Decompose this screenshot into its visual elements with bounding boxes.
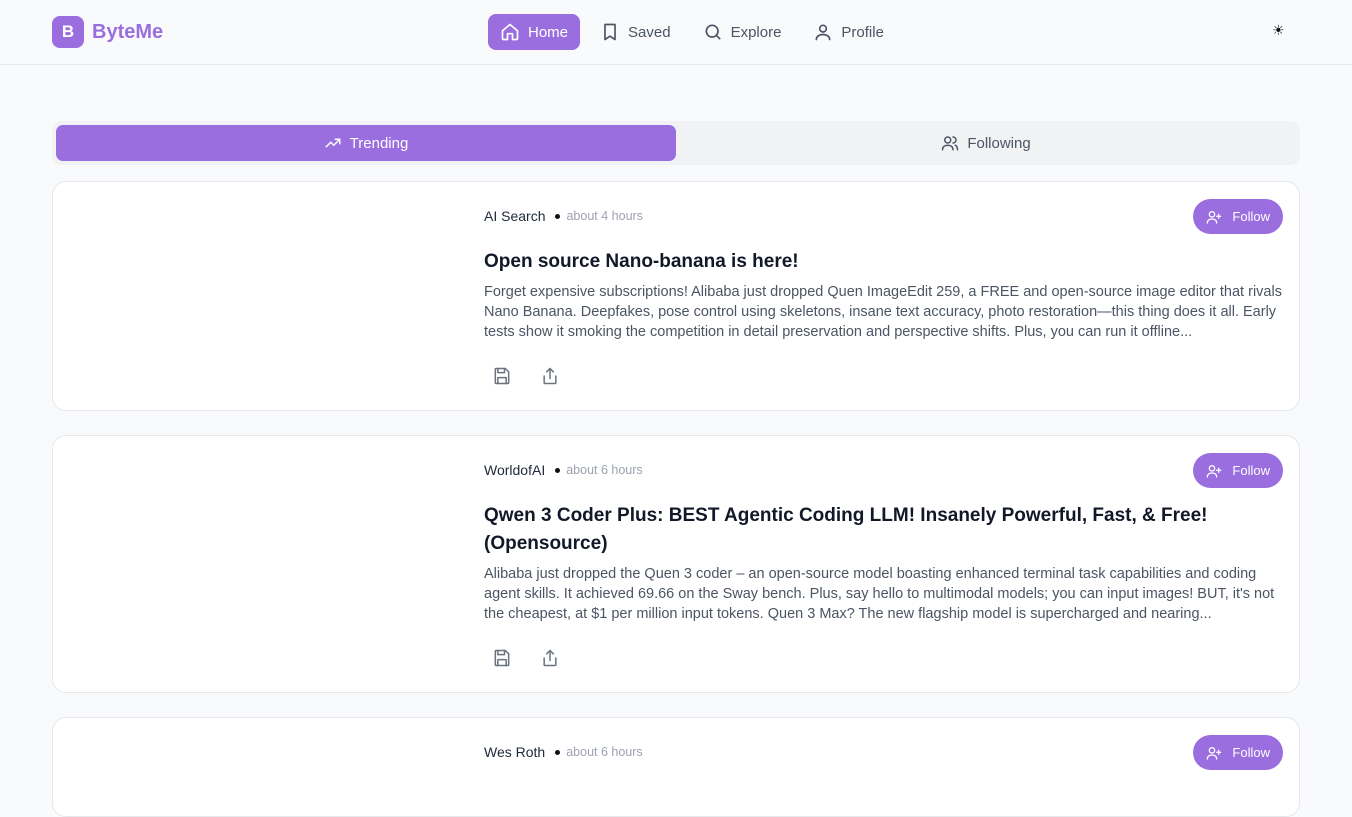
post-time: about 4 hours	[566, 209, 643, 223]
user-plus-icon	[1207, 464, 1222, 478]
user-plus-icon	[1207, 746, 1222, 760]
post-author[interactable]: WorldofAI	[484, 462, 545, 478]
separator-dot	[555, 749, 561, 755]
tab-label: Trending	[349, 134, 409, 152]
share-icon	[543, 367, 557, 385]
top-navigation-bar: B ByteMe Home Saved Explore Profile ☀	[0, 0, 1352, 65]
theme-toggle-sun-icon[interactable]: ☀	[1272, 22, 1285, 39]
nav-item-explore[interactable]: Explore	[691, 14, 794, 50]
follow-button[interactable]: Follow	[1193, 199, 1283, 234]
post-thumbnail[interactable]	[53, 718, 469, 816]
post-actions	[484, 358, 568, 394]
share-button[interactable]	[532, 358, 568, 394]
tab-label: Following	[967, 134, 1031, 152]
save-icon	[494, 649, 510, 667]
nav-item-saved[interactable]: Saved	[588, 14, 683, 50]
save-button[interactable]	[484, 640, 520, 676]
post-card[interactable]: Wes Roth about 6 hours Follow	[52, 717, 1300, 817]
post-thumbnail[interactable]	[53, 182, 469, 410]
share-button[interactable]	[532, 640, 568, 676]
post-author[interactable]: AI Search	[484, 208, 545, 224]
post-meta: WorldofAI about 6 hours	[484, 462, 643, 478]
post-title[interactable]: Qwen 3 Coder Plus: BEST Agentic Coding L…	[484, 502, 1283, 558]
user-plus-icon	[1207, 210, 1222, 224]
post-meta: AI Search about 4 hours	[484, 208, 643, 224]
follow-label: Follow	[1232, 463, 1270, 478]
search-icon	[705, 24, 721, 40]
nav-item-profile[interactable]: Profile	[801, 14, 896, 50]
brand-name: ByteMe	[92, 20, 164, 43]
follow-button[interactable]: Follow	[1193, 735, 1283, 770]
post-card[interactable]: AI Search about 4 hours Follow Open sour…	[52, 181, 1300, 411]
nav-item-label: Profile	[841, 23, 884, 41]
separator-dot	[555, 213, 561, 219]
nav-item-label: Saved	[628, 23, 671, 41]
trending-up-icon	[325, 138, 341, 148]
follow-button[interactable]: Follow	[1193, 453, 1283, 488]
tab-following[interactable]: Following	[676, 125, 1296, 161]
nav-item-label: Explore	[730, 23, 782, 41]
post-meta: Wes Roth about 6 hours	[484, 744, 643, 760]
bookmark-icon	[604, 23, 616, 41]
feed-tabs: Trending Following	[52, 121, 1300, 165]
nav-item-label: Home	[528, 23, 569, 41]
share-icon	[543, 649, 557, 667]
save-button[interactable]	[484, 358, 520, 394]
post-thumbnail[interactable]	[53, 436, 469, 692]
post-time: about 6 hours	[566, 463, 643, 477]
post-card[interactable]: WorldofAI about 6 hours Follow Qwen 3 Co…	[52, 435, 1300, 693]
home-icon	[501, 23, 519, 41]
follow-label: Follow	[1232, 209, 1270, 224]
post-time: about 6 hours	[566, 745, 643, 759]
nav-item-home[interactable]: Home	[488, 14, 581, 50]
brand-mark-icon: B	[52, 16, 84, 48]
post-summary: Alibaba just dropped the Quen 3 coder – …	[484, 566, 1275, 622]
post-actions	[484, 640, 568, 676]
post-summary: Forget expensive subscriptions! Alibaba …	[484, 284, 1282, 340]
follow-label: Follow	[1232, 745, 1270, 760]
main-nav: Home Saved Explore Profile	[488, 14, 896, 50]
users-icon	[942, 136, 959, 151]
tab-trending[interactable]: Trending	[56, 125, 676, 161]
brand-logo[interactable]: B ByteMe	[52, 16, 163, 48]
separator-dot	[555, 467, 561, 473]
post-title[interactable]: Open source Nano-banana is here!	[484, 248, 1283, 276]
save-icon	[494, 367, 510, 385]
post-author[interactable]: Wes Roth	[484, 744, 545, 760]
user-icon	[815, 24, 831, 41]
